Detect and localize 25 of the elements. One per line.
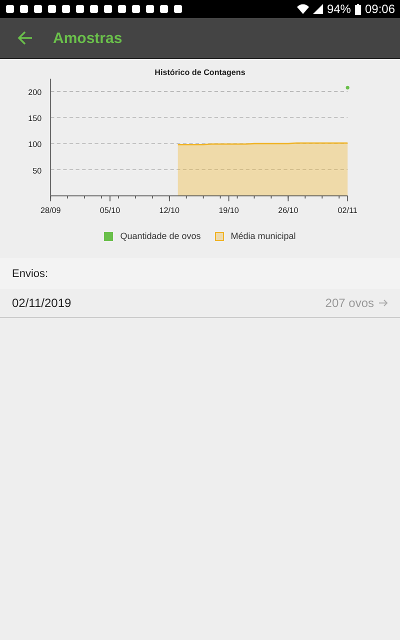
shipment-date: 02/11/2019 [12,296,72,310]
x-tick-label: 05/10 [100,206,120,215]
egg-count: 207 ovos [325,296,374,310]
back-arrow-icon[interactable] [17,31,33,45]
clock: 09:06 [364,2,395,16]
legend-label: Média municipal [230,231,296,241]
y-tick-label: 200 [28,88,42,97]
y-tick-label: 50 [32,166,42,176]
section-label: Envios: [12,268,48,280]
x-tick-label: 26/10 [278,206,298,215]
y-tick-label: 100 [28,140,42,150]
x-tick-label: 12/10 [159,206,180,215]
arrow-right-icon [379,299,388,307]
legend-label: Quantidade de ovos [120,231,201,241]
x-tick-label: 02/11 [338,206,358,215]
y-tick-label: 150 [28,114,42,124]
wifi-icon [296,4,309,14]
battery-icon [354,4,361,14]
x-tick-label: 19/10 [218,206,239,215]
screen-title: Amostras [53,30,122,46]
signal-icon [312,4,323,14]
x-tick-label: 28/09 [40,206,61,215]
battery-percent: 94% [326,2,351,16]
data-point [346,86,350,90]
chart-title: Histórico de Contagens [154,68,246,78]
